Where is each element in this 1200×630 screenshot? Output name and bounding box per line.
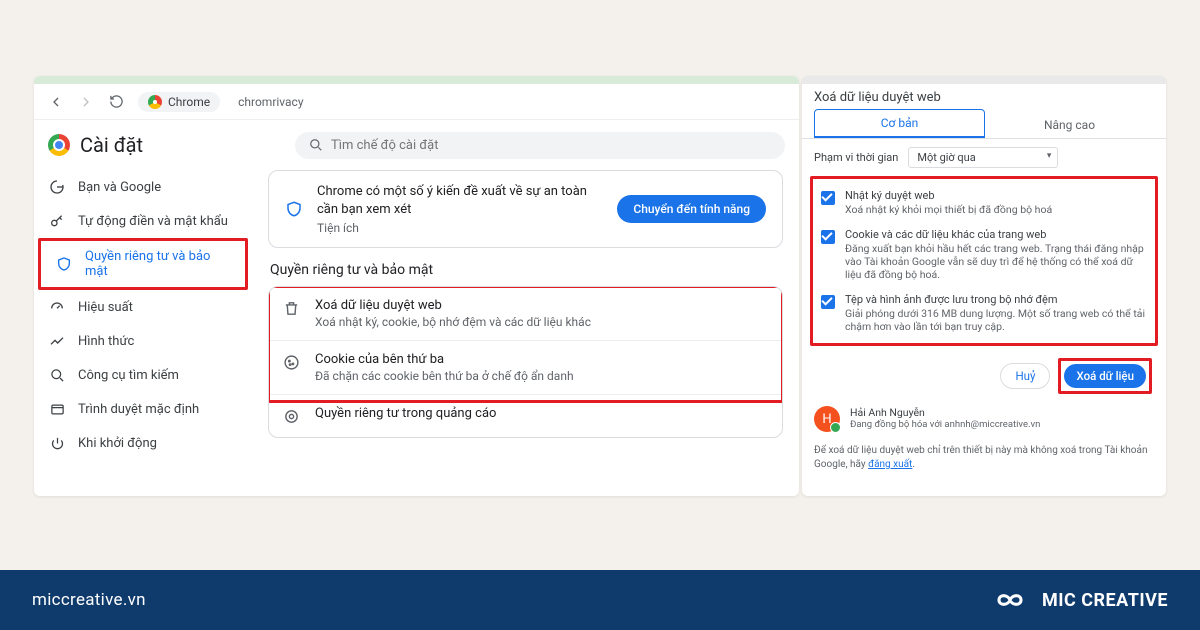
row-title: Xoá dữ liệu duyệt web (315, 298, 591, 313)
sidebar: Bạn và Google Tự động điền và mật khẩu Q… (34, 164, 252, 496)
shield-icon (55, 255, 73, 273)
option-title: Cookie và các dữ liệu khác của trang web (845, 228, 1147, 241)
forward-icon[interactable] (78, 94, 94, 110)
sidebar-item-label: Quyền riêng tư và bảo mật (85, 249, 231, 279)
avatar: H (814, 406, 840, 432)
google-g-icon (48, 178, 66, 196)
search-icon (48, 366, 66, 384)
notice-subtitle: Tiện ích (317, 221, 603, 235)
search-icon (309, 138, 323, 152)
address-bar-text[interactable]: chromrivacy (238, 95, 785, 109)
dialog-title: Xoá dữ liệu duyệt web (802, 84, 1166, 109)
range-select[interactable]: Một giờ qua (908, 147, 1058, 168)
browser-icon (48, 400, 66, 418)
sidebar-item-label: Công cụ tìm kiếm (78, 368, 179, 383)
row-third-party-cookies[interactable]: Cookie của bên thứ ba Đã chặn các cookie… (269, 340, 782, 394)
row-clear-browsing-data[interactable]: Xoá dữ liệu duyệt web Xoá nhật ký, cooki… (269, 287, 782, 340)
sidebar-item-label: Trình duyệt mặc định (78, 402, 199, 417)
option-history[interactable]: Nhật ký duyệt web Xoá nhật ký khỏi mọi t… (817, 183, 1151, 222)
option-cookies[interactable]: Cookie và các dữ liệu khác của trang web… (817, 222, 1151, 287)
checkbox-checked[interactable] (821, 295, 835, 309)
search-input[interactable] (331, 138, 771, 153)
dialog-topbar (802, 76, 1166, 84)
highlight-clear-options: Nhật ký duyệt web Xoá nhật ký khỏi mọi t… (810, 176, 1158, 346)
brand-logo: MIC CREATIVE (988, 588, 1168, 612)
clear-data-button[interactable]: Xoá dữ liệu (1064, 364, 1146, 388)
trash-icon (283, 300, 301, 318)
row-subtitle: Đã chặn các cookie bên thứ ba ở chế độ ẩ… (315, 369, 574, 383)
option-sub: Giải phóng dưới 316 MB dung lượng. Một s… (845, 307, 1147, 333)
tab-basic[interactable]: Cơ bản (814, 109, 985, 138)
reload-icon[interactable] (108, 94, 124, 110)
option-title: Tệp và hình ảnh được lưu trong bộ nhớ đệ… (845, 293, 1147, 306)
toolbar: Chrome chromrivacy (34, 84, 799, 120)
sidebar-item-startup[interactable]: Khi khởi động (34, 426, 252, 460)
settings-window: Chrome chromrivacy Cài đặt Bạn và Google… (34, 76, 799, 496)
brand-domain: miccreative.vn (32, 590, 146, 610)
cancel-button[interactable]: Huỷ (1000, 363, 1050, 389)
safety-notice: Chrome có một số ý kiến đề xuất về sự an… (268, 170, 783, 248)
clear-data-dialog: Xoá dữ liệu duyệt web Cơ bản Nâng cao Ph… (802, 76, 1166, 496)
highlight-privacy: Quyền riêng tư và bảo mật (38, 238, 248, 290)
sidebar-item-autofill[interactable]: Tự động điền và mật khẩu (34, 204, 252, 238)
sidebar-item-privacy[interactable]: Quyền riêng tư và bảo mật (41, 241, 245, 287)
row-title: Cookie của bên thứ ba (315, 352, 574, 367)
tab-strip (34, 76, 799, 84)
option-sub: Đăng xuất bạn khỏi hầu hết các trang web… (845, 242, 1147, 281)
checkbox-checked[interactable] (821, 191, 835, 205)
privacy-list: Xoá dữ liệu duyệt web Xoá nhật ký, cooki… (268, 286, 783, 438)
brand-footer: miccreative.vn MIC CREATIVE (0, 570, 1200, 630)
chrome-chip-label: Chrome (168, 95, 210, 109)
dialog-note: Để xoá dữ liệu duyệt web chỉ trên thiết … (802, 440, 1166, 472)
option-cache[interactable]: Tệp và hình ảnh được lưu trong bộ nhớ đệ… (817, 287, 1151, 339)
chrome-logo-icon (48, 134, 70, 156)
go-to-feature-button[interactable]: Chuyển đến tính năng (617, 195, 766, 223)
power-icon (48, 434, 66, 452)
speedometer-icon (48, 298, 66, 316)
sidebar-item-label: Hiệu suất (78, 300, 133, 315)
ads-icon (283, 408, 301, 426)
sidebar-item-label: Bạn và Google (78, 180, 161, 195)
row-title: Quyền riêng tư trong quảng cáo (315, 406, 496, 421)
time-range-row: Phạm vi thời gian Một giờ qua (802, 139, 1166, 176)
chrome-chip: Chrome (138, 92, 220, 112)
row-ad-privacy[interactable]: Quyền riêng tư trong quảng cáo (269, 394, 782, 437)
range-label: Phạm vi thời gian (814, 151, 898, 164)
brand-name: MIC CREATIVE (1042, 590, 1168, 611)
checkbox-checked[interactable] (821, 230, 835, 244)
sidebar-item-label: Khi khởi động (78, 436, 157, 451)
search-settings[interactable] (295, 132, 785, 159)
chrome-icon (148, 95, 162, 109)
option-title: Nhật ký duyệt web (845, 189, 1052, 202)
sidebar-item-appearance[interactable]: Hình thức (34, 324, 252, 358)
user-sync-status: Đang đồng bộ hóa với anhnh@miccreative.v… (850, 419, 1040, 430)
cookie-icon (283, 354, 301, 372)
page-title: Cài đặt (80, 133, 143, 157)
signout-link[interactable]: đăng xuất (868, 459, 912, 470)
sidebar-item-label: Hình thức (78, 334, 134, 349)
back-icon[interactable] (48, 94, 64, 110)
dialog-actions: Huỷ Xoá dữ liệu (802, 346, 1166, 400)
tab-advanced[interactable]: Nâng cao (985, 112, 1154, 138)
appearance-icon (48, 332, 66, 350)
dialog-tabs: Cơ bản Nâng cao (802, 109, 1166, 139)
user-name: Hải Anh Nguyễn (850, 406, 1040, 419)
settings-header: Cài đặt (34, 120, 799, 164)
dialog-user-row: H Hải Anh Nguyễn Đang đồng bộ hóa với an… (802, 400, 1166, 440)
sidebar-item-default-browser[interactable]: Trình duyệt mặc định (34, 392, 252, 426)
row-subtitle: Xoá nhật ký, cookie, bộ nhớ đệm và các d… (315, 315, 591, 329)
content-area: Chrome có một số ý kiến đề xuất về sự an… (252, 164, 799, 496)
shield-icon (285, 200, 303, 218)
sidebar-item-performance[interactable]: Hiệu suất (34, 290, 252, 324)
sidebar-item-search[interactable]: Công cụ tìm kiếm (34, 358, 252, 392)
sidebar-item-you-google[interactable]: Bạn và Google (34, 170, 252, 204)
sidebar-item-label: Tự động điền và mật khẩu (78, 214, 228, 229)
highlight-confirm: Xoá dữ liệu (1058, 358, 1152, 394)
notice-title: Chrome có một số ý kiến đề xuất về sự an… (317, 183, 603, 219)
option-sub: Xoá nhật ký khỏi mọi thiết bị đã đồng bộ… (845, 203, 1052, 216)
infinity-icon (988, 588, 1032, 612)
section-title: Quyền riêng tư và bảo mật (270, 262, 783, 278)
key-icon (48, 212, 66, 230)
